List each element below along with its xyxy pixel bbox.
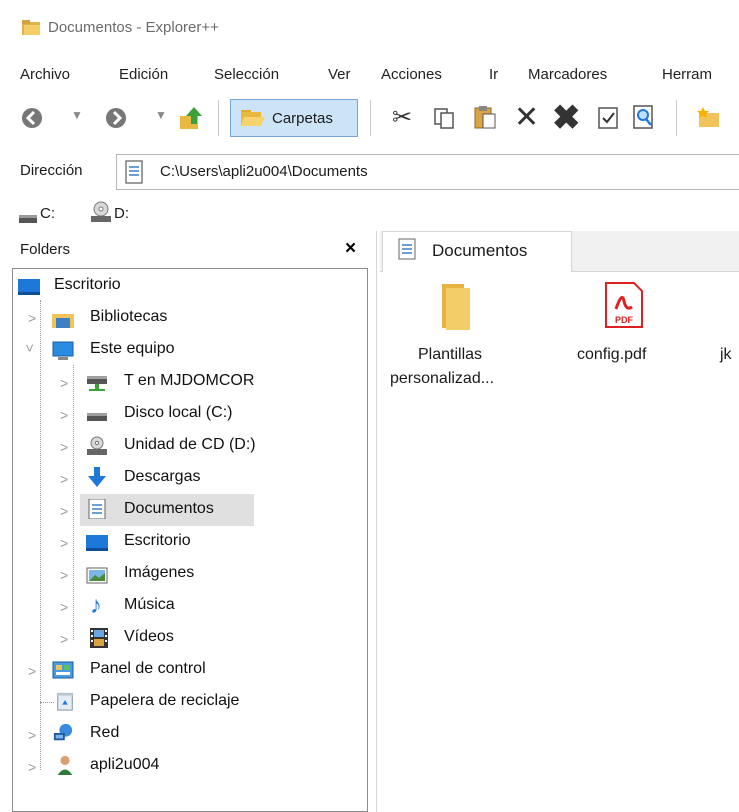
chevron-right-icon[interactable]: > (28, 663, 36, 679)
computer-icon (52, 341, 74, 360)
tree-item-documentos[interactable]: Documentos (124, 500, 214, 518)
tree-item-bibliotecas[interactable]: Bibliotecas (90, 308, 167, 326)
chevron-right-icon[interactable]: > (60, 599, 68, 615)
chevron-right-icon[interactable]: > (60, 631, 68, 647)
menu-ir[interactable]: Ir (489, 66, 498, 83)
toolbar-separator (370, 100, 371, 136)
folder-icon (442, 284, 470, 330)
delete-permanently-icon[interactable]: ✖ (552, 98, 581, 138)
download-icon (88, 467, 106, 487)
chevron-right-icon[interactable]: > (60, 503, 68, 519)
menu-edicion[interactable]: Edición (119, 66, 168, 83)
menu-ver[interactable]: Ver (328, 66, 351, 83)
toolbar-separator (218, 100, 219, 136)
address-path: C:\Users\apli2u004\Documents (160, 163, 368, 180)
window-title: Documentos - Explorer++ (48, 19, 219, 36)
address-label: Dirección (20, 162, 83, 179)
tree-item-apli2u004[interactable]: apli2u004 (90, 756, 159, 774)
chevron-down-icon[interactable]: > (22, 344, 38, 352)
menu-marcadores[interactable]: Marcadores (528, 66, 607, 83)
document-icon (125, 160, 143, 184)
delete-icon[interactable]: ✕ (514, 100, 539, 135)
network-drive-icon (87, 376, 107, 391)
chevron-right-icon[interactable]: > (28, 759, 36, 775)
forward-icon[interactable] (104, 106, 128, 130)
back-icon[interactable] (20, 106, 44, 130)
chevron-right-icon[interactable]: > (60, 567, 68, 583)
file-name[interactable]: jk (720, 346, 732, 364)
tree-item-red[interactable]: Red (90, 724, 119, 742)
pane-divider[interactable] (376, 231, 377, 812)
back-dropdown-icon[interactable]: ▼ (71, 108, 83, 122)
close-icon[interactable]: × (345, 238, 356, 260)
cd-drive-icon[interactable] (90, 200, 112, 224)
tree-item-papelera[interactable]: Papelera de reciclaje (90, 692, 239, 710)
tree-item-panel-de-control[interactable]: Panel de control (90, 660, 206, 678)
tree-item-videos[interactable]: Vídeos (124, 628, 174, 646)
chevron-right-icon[interactable]: > (28, 310, 36, 326)
desktop-icon (18, 279, 40, 295)
network-icon (53, 723, 73, 741)
file-name: personalizad... (390, 370, 495, 387)
recycle-bin-icon (56, 692, 74, 711)
menu-archivo[interactable]: Archivo (20, 66, 70, 83)
chevron-right-icon[interactable]: > (60, 471, 68, 487)
new-folder-icon[interactable] (697, 106, 723, 128)
videos-icon (90, 628, 108, 648)
file-name: Plantillas (418, 346, 483, 363)
document-icon (398, 238, 416, 260)
folders-button-label: Carpetas (272, 110, 333, 127)
tree-item-musica[interactable]: Música (124, 596, 175, 614)
chevron-right-icon[interactable]: > (60, 439, 68, 455)
pictures-icon (86, 567, 108, 584)
menu-bar (0, 58, 739, 90)
document-icon (88, 499, 106, 519)
copy-icon[interactable] (432, 106, 456, 130)
pdf-icon: PDF (605, 282, 643, 328)
menu-seleccion[interactable]: Selección (214, 66, 279, 83)
tree-connector (73, 365, 74, 640)
drive-icon (87, 413, 107, 421)
folder-icon (22, 20, 40, 35)
tree-connector (40, 702, 54, 703)
chevron-right-icon[interactable]: > (60, 375, 68, 391)
forward-dropdown-icon[interactable]: ▼ (155, 108, 167, 122)
chevron-right-icon[interactable]: > (60, 535, 68, 551)
properties-icon[interactable] (597, 106, 619, 130)
tab-label: Documentos (432, 241, 528, 260)
menu-acciones[interactable]: Acciones (381, 66, 442, 83)
cd-drive-icon (87, 436, 107, 455)
up-folder-icon[interactable] (178, 104, 206, 132)
desktop-icon (86, 535, 108, 551)
user-icon (57, 755, 73, 775)
tree-item-disco-local[interactable]: Disco local (C:) (124, 404, 232, 422)
folders-pane-title: Folders (20, 241, 71, 258)
toolbar-separator (676, 100, 677, 136)
file-name: config.pdf (577, 346, 647, 363)
libraries-icon (52, 314, 74, 328)
tree-item-escritorio[interactable]: Escritorio (124, 532, 191, 550)
chevron-right-icon[interactable]: > (60, 407, 68, 423)
menu-herramientas[interactable]: Herram (662, 66, 712, 83)
tree-item-unidad-cd[interactable]: Unidad de CD (D:) (124, 436, 256, 454)
drive-icon[interactable] (18, 213, 38, 225)
tree-item-imagenes[interactable]: Imágenes (124, 564, 194, 582)
search-icon[interactable] (632, 104, 656, 130)
tree-item-t-en-mjdomcor[interactable]: T en MJDOMCOR (124, 372, 254, 390)
control-panel-icon (52, 661, 74, 679)
tree-item-escritorio-root[interactable]: Escritorio (54, 276, 121, 294)
chevron-right-icon[interactable]: > (28, 727, 36, 743)
folder-open-icon (241, 110, 265, 126)
tree-item-este-equipo[interactable]: Este equipo (90, 340, 175, 358)
drive-d-button[interactable]: D: (114, 205, 129, 222)
svg-text:PDF: PDF (615, 315, 634, 325)
drive-c-button[interactable]: C: (40, 205, 55, 222)
tree-item-descargas[interactable]: Descargas (124, 468, 200, 486)
music-icon: ♪ (90, 592, 102, 619)
paste-icon[interactable] (472, 104, 498, 130)
cut-icon[interactable]: ✂ (392, 103, 412, 132)
tree-connector (40, 300, 41, 770)
